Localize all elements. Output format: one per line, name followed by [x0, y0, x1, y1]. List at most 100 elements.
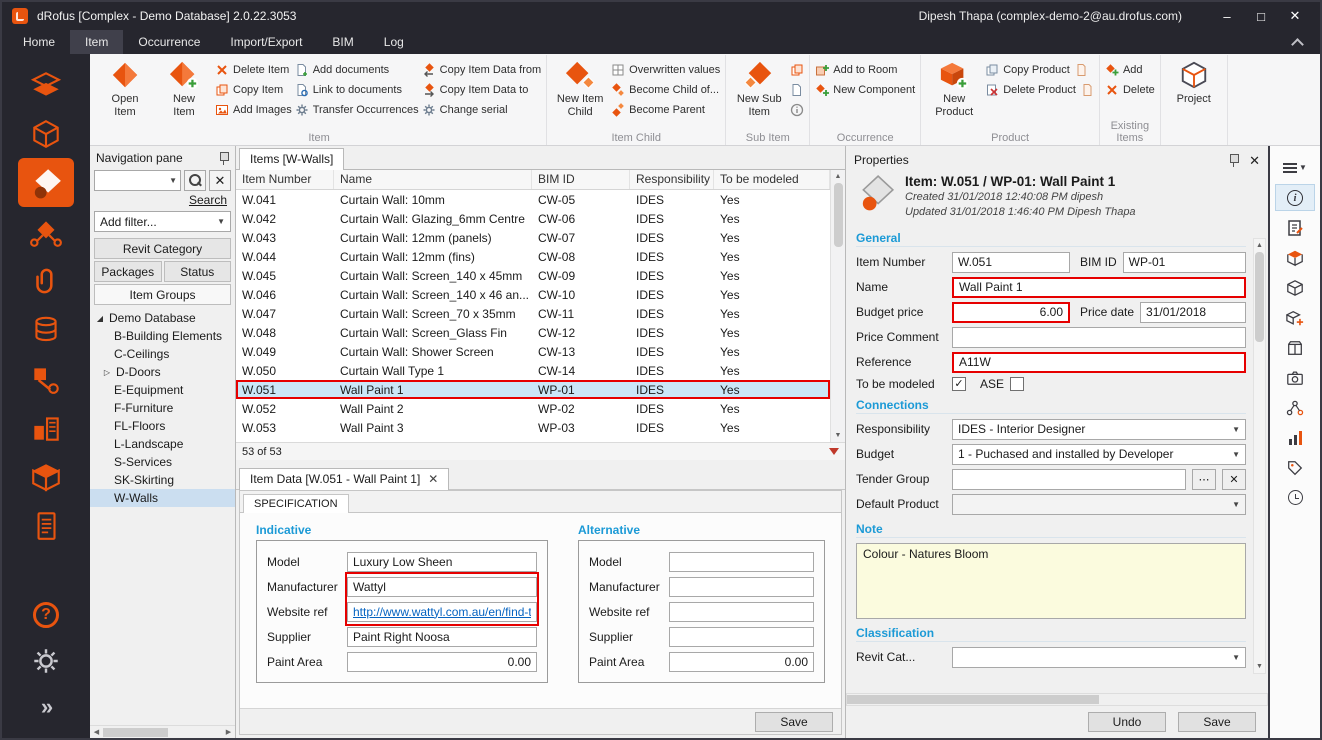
tab-home[interactable]: Home	[8, 30, 70, 54]
scrollbar-thumb[interactable]	[847, 695, 1099, 704]
table-row[interactable]: W.046Curtain Wall: Screen_140 x 46 an...…	[236, 285, 830, 304]
price-date-input[interactable]: 31/01/2018	[1140, 302, 1246, 323]
expander-expanded-icon[interactable]: ◢	[95, 314, 105, 323]
table-row[interactable]: W.045Curtain Wall: Screen_140 x 45mmCW-0…	[236, 266, 830, 285]
module-reports-icon[interactable]	[18, 403, 74, 452]
tree-node[interactable]: FL-Floors	[90, 417, 235, 435]
become-parent-button[interactable]: Become Parent	[611, 103, 720, 117]
bim-id-input[interactable]: WP-01	[1123, 252, 1246, 273]
module-items-icon[interactable]	[18, 158, 74, 207]
module-products-icon[interactable]	[18, 452, 74, 501]
info-tab-button[interactable]: i	[1275, 184, 1315, 211]
undo-button[interactable]: Undo	[1088, 712, 1166, 732]
search-button[interactable]	[184, 170, 206, 191]
scroll-up-icon[interactable]: ▲	[1256, 239, 1263, 252]
add-documents-button[interactable]: Add documents	[295, 63, 419, 77]
new-component-button[interactable]: New Component	[815, 83, 915, 97]
table-row[interactable]: W.049Curtain Wall: Shower ScreenCW-13IDE…	[236, 342, 830, 361]
table-row[interactable]: W.043Curtain Wall: 12mm (panels)CW-07IDE…	[236, 228, 830, 247]
budget-dropdown[interactable]: 1 - Puchased and installed by Developer▼	[952, 444, 1246, 465]
classification-tab-button[interactable]	[1275, 454, 1315, 481]
module-occurrences-icon[interactable]	[18, 60, 74, 109]
tab-log[interactable]: Log	[369, 30, 419, 54]
item-data-tab-button[interactable]	[1275, 214, 1315, 241]
module-specifications-icon[interactable]	[18, 501, 74, 550]
column-responsibility[interactable]: Responsibility	[630, 170, 714, 189]
search-link[interactable]: Search	[90, 192, 235, 210]
new-sub-item-button[interactable]: New SubItem	[731, 57, 787, 118]
default-product-dropdown[interactable]: ▼	[952, 494, 1246, 515]
module-documents-icon[interactable]	[18, 256, 74, 305]
overwritten-values-button[interactable]: Overwritten values	[611, 63, 720, 77]
tree-node[interactable]: F-Furniture	[90, 399, 235, 417]
project-button[interactable]: Project	[1166, 57, 1222, 106]
properties-vertical-scrollbar[interactable]: ▲ ▼	[1253, 238, 1266, 674]
table-row[interactable]: W.052Wall Paint 2WP-02IDESYes	[236, 399, 830, 418]
transfer-occurrences-button[interactable]: Transfer Occurrences	[295, 103, 419, 117]
tree-node[interactable]: SK-Skirting	[90, 471, 235, 489]
log-tab-button[interactable]	[1275, 484, 1315, 511]
delete-item-button[interactable]: Delete Item	[215, 63, 292, 77]
change-serial-button[interactable]: Change serial	[422, 103, 541, 117]
indicative-model-input[interactable]: Luxury Low Sheen	[347, 552, 537, 572]
revit-category-button[interactable]: Revit Category	[94, 238, 231, 259]
module-systems-icon[interactable]	[18, 207, 74, 256]
help-button[interactable]: ?	[18, 592, 74, 638]
minimize-button[interactable]: –	[1212, 5, 1242, 27]
expander-collapsed-icon[interactable]: ▷	[102, 368, 112, 377]
sub-item-doc-button[interactable]	[790, 83, 804, 97]
become-child-of-button[interactable]: Become Child of...	[611, 83, 720, 97]
copy-product-button[interactable]: Copy Product	[985, 63, 1094, 77]
tender-group-input[interactable]	[952, 469, 1186, 490]
alternative-model-input[interactable]	[669, 552, 814, 572]
module-finance-icon[interactable]	[18, 305, 74, 354]
tab-import-export[interactable]: Import/Export	[215, 30, 317, 54]
tree-node[interactable]: L-Landscape	[90, 435, 235, 453]
tab-occurrence[interactable]: Occurrence	[123, 30, 215, 54]
horizontal-scrollbar[interactable]: ◀ ▶	[90, 725, 235, 738]
close-button[interactable]: ✕	[1280, 5, 1310, 27]
column-item-number[interactable]: Item Number	[236, 170, 334, 189]
add-to-room-button[interactable]: Add to Room	[815, 63, 915, 77]
tree-node[interactable]: ▷D-Doors	[90, 363, 235, 381]
sub-item-info-button[interactable]	[790, 103, 804, 117]
column-name[interactable]: Name	[334, 170, 532, 189]
table-row[interactable]: W.048Curtain Wall: Screen_Glass FinCW-12…	[236, 323, 830, 342]
responsibility-dropdown[interactable]: IDES - Interior Designer▼	[952, 419, 1246, 440]
alternative-manufacturer-input[interactable]	[669, 577, 814, 597]
table-row-selected[interactable]: W.051Wall Paint 1WP-01IDESYes	[236, 380, 830, 399]
copy-item-button[interactable]: Copy Item	[215, 83, 292, 97]
scroll-up-icon[interactable]: ▲	[835, 170, 842, 183]
collapse-ribbon-icon[interactable]	[1291, 38, 1304, 51]
add-filter-dropdown[interactable]: Add filter...▼	[94, 211, 231, 232]
reports-tab-button[interactable]	[1275, 424, 1315, 451]
indicative-website-input[interactable]: http://www.wattyl.com.au/en/find-t	[347, 602, 537, 622]
scroll-right-icon[interactable]: ▶	[222, 728, 235, 736]
scrollbar-thumb[interactable]	[834, 183, 843, 247]
filter-icon[interactable]	[829, 448, 839, 455]
table-row[interactable]: W.041Curtain Wall: 10mmCW-05IDESYes	[236, 190, 830, 209]
systems-tab-button[interactable]	[1275, 394, 1315, 421]
scrollbar-thumb[interactable]	[1255, 252, 1264, 342]
indicative-manufacturer-input[interactable]: Wattyl	[347, 577, 537, 597]
column-bim-id[interactable]: BIM ID	[532, 170, 630, 189]
table-row[interactable]: W.050Curtain Wall Type 1CW-14IDESYes	[236, 361, 830, 380]
properties-horizontal-scrollbar[interactable]	[846, 693, 1268, 706]
item-data-save-button[interactable]: Save	[755, 712, 833, 732]
copy-item-data-to-button[interactable]: Copy Item Data to	[422, 83, 541, 97]
tree-node-selected[interactable]: W-Walls	[90, 489, 235, 507]
tab-items-w-walls[interactable]: Items [W-Walls]	[239, 148, 344, 170]
tree-node-root[interactable]: ◢Demo Database	[90, 309, 235, 327]
search-input[interactable]: ▼	[94, 170, 181, 191]
new-item-child-button[interactable]: New ItemChild	[552, 57, 608, 118]
name-input[interactable]: Wall Paint 1	[952, 277, 1246, 298]
properties-save-button[interactable]: Save	[1178, 712, 1256, 732]
settings-button[interactable]	[18, 638, 74, 684]
new-item-button[interactable]: NewItem	[156, 57, 212, 118]
components-tab-button[interactable]	[1275, 304, 1315, 331]
open-item-button[interactable]: OpenItem	[97, 57, 153, 118]
alternative-paint-area-input[interactable]: 0.00	[669, 652, 814, 672]
scroll-left-icon[interactable]: ◀	[90, 728, 103, 736]
link-to-documents-button[interactable]: Link to documents	[295, 83, 419, 97]
existing-add-button[interactable]: Add	[1105, 63, 1155, 77]
